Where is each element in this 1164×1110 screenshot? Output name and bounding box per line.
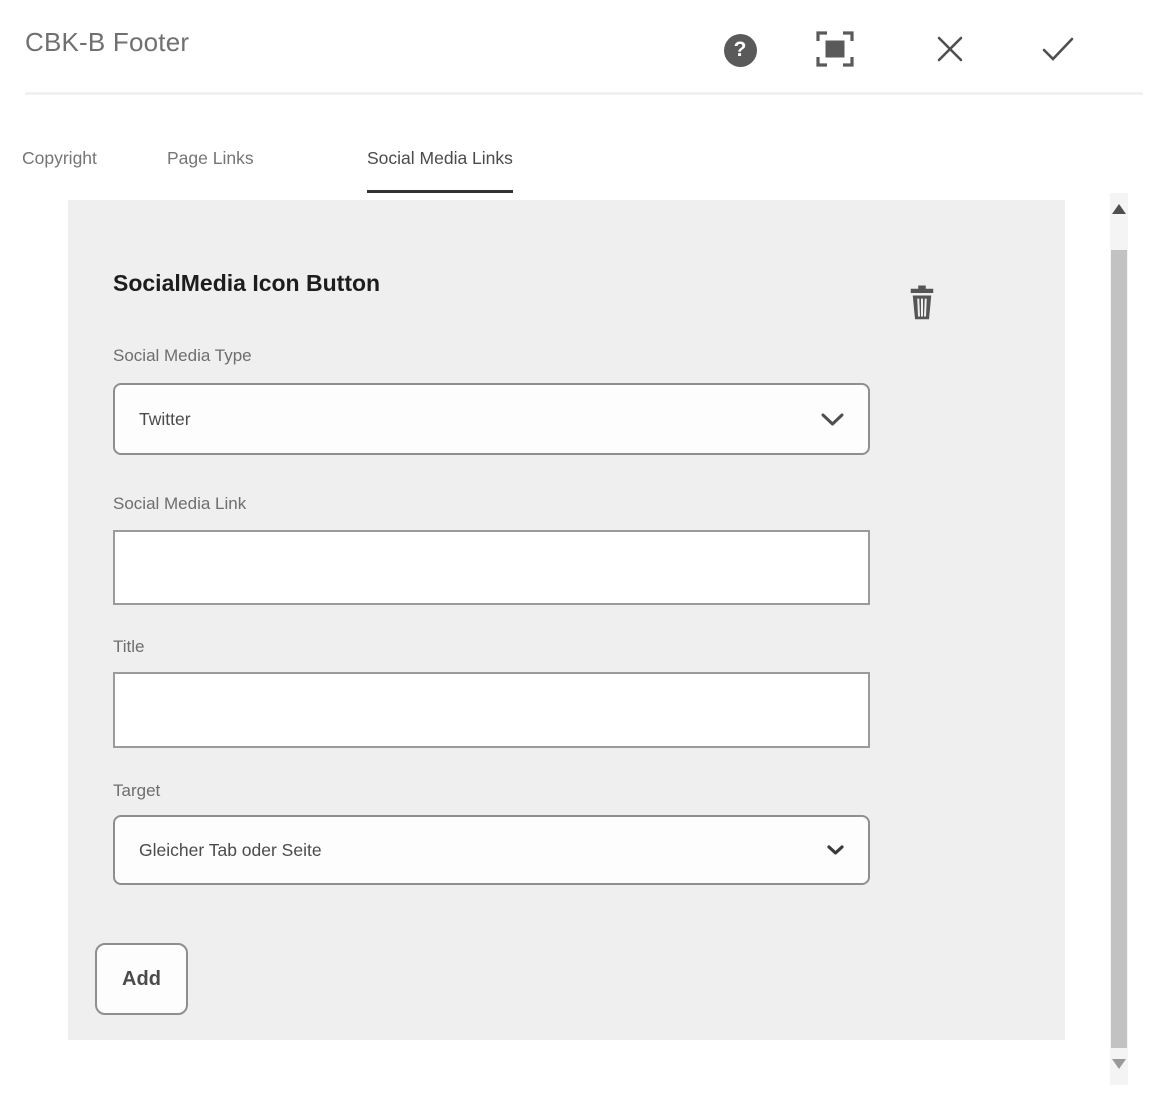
title-input[interactable]	[113, 672, 870, 748]
scroll-down-button[interactable]	[1112, 1057, 1126, 1071]
scroll-down-icon	[1112, 1059, 1126, 1069]
target-label: Target	[113, 781, 160, 801]
question-glyph: ?	[734, 38, 747, 62]
close-button[interactable]	[930, 30, 970, 70]
delete-item-button[interactable]	[900, 282, 944, 326]
title-label: Title	[113, 637, 145, 657]
scroll-up-button[interactable]	[1112, 202, 1126, 216]
item-heading: SocialMedia Icon Button	[113, 270, 380, 297]
scrollbar-thumb[interactable]	[1111, 250, 1127, 1048]
confirm-button[interactable]	[1038, 30, 1078, 70]
question-circle-icon: ?	[724, 34, 757, 67]
chevron-down-icon	[827, 845, 844, 855]
social-media-link-input[interactable]	[113, 530, 870, 605]
social-media-type-label: Social Media Type	[113, 346, 252, 366]
target-select[interactable]: Gleicher Tab oder Seite	[113, 815, 870, 885]
tab-social-media-links[interactable]: Social Media Links	[367, 148, 513, 193]
header-actions: ?	[0, 30, 1164, 70]
scroll-up-icon	[1112, 204, 1126, 214]
checkmark-icon	[1042, 37, 1074, 64]
fullscreen-icon	[816, 31, 854, 70]
tab-page-links[interactable]: Page Links	[167, 148, 254, 193]
trash-icon	[907, 285, 937, 324]
add-button[interactable]: Add	[95, 943, 188, 1015]
help-button[interactable]: ?	[720, 30, 760, 70]
chevron-down-icon	[821, 413, 844, 426]
tab-copyright[interactable]: Copyright	[22, 148, 97, 193]
target-value: Gleicher Tab oder Seite	[139, 840, 827, 861]
header-divider	[25, 92, 1143, 95]
social-media-link-label: Social Media Link	[113, 494, 246, 514]
fullscreen-button[interactable]	[815, 30, 855, 70]
social-media-type-select[interactable]: Twitter	[113, 383, 870, 455]
social-media-links-panel	[68, 200, 1065, 1040]
close-icon	[936, 35, 964, 66]
social-media-type-value: Twitter	[139, 409, 821, 430]
